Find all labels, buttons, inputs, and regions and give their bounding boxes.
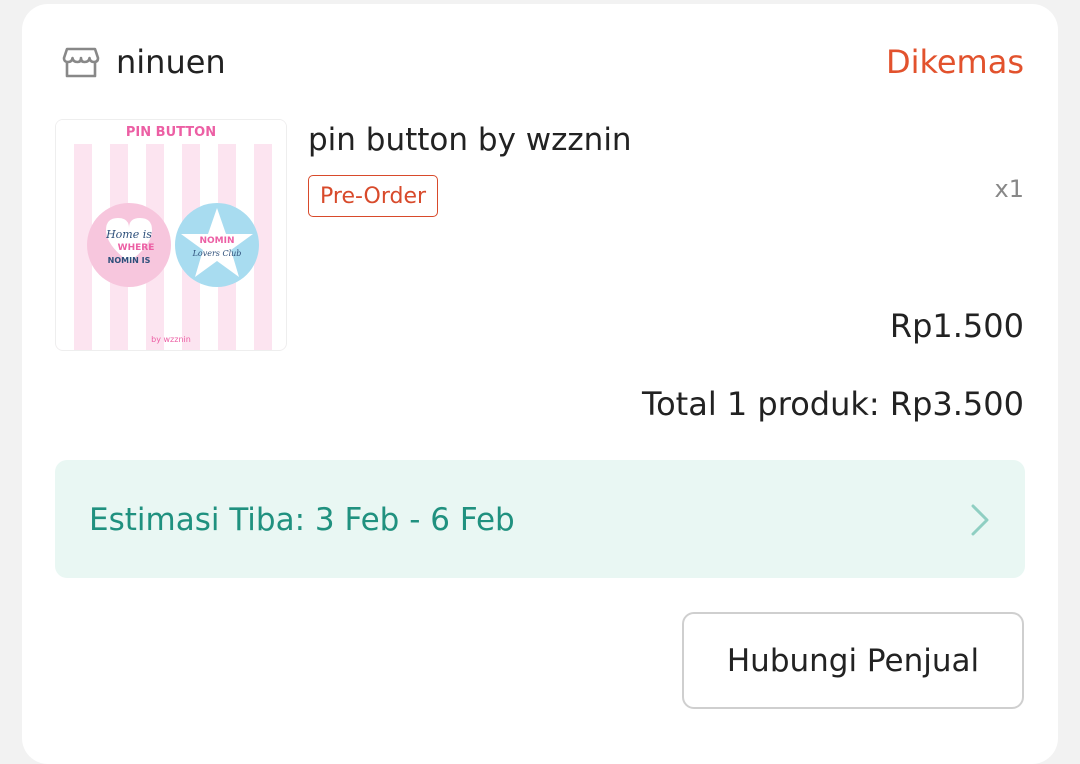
image-header-text: PIN BUTTON [126,125,216,140]
order-card[interactable]: ninuen Dikemas PIN BUTTON Home is WHERE … [22,4,1058,764]
preorder-badge: Pre-Order [308,175,439,217]
shop-name[interactable]: ninuen [116,42,226,82]
store-icon [62,47,100,78]
order-total: Total 1 produk: Rp3.500 [641,385,1024,423]
image-footer-text: by wzznin [151,335,191,344]
delivery-estimate-row[interactable]: Estimasi Tiba: 3 Feb - 6 Feb [55,460,1025,578]
product-image: PIN BUTTON Home is WHERE NOMIN IS NOMIN … [56,120,286,350]
product-title[interactable]: pin button by wzznin [308,120,632,160]
contact-seller-button[interactable]: Hubungi Penjual [682,612,1024,709]
shop-header: ninuen Dikemas [62,40,1024,90]
image-left-text-3: NOMIN IS [108,256,151,265]
image-right-text-1: NOMIN [199,236,234,246]
order-status: Dikemas [885,43,1024,81]
delivery-estimate-text: Estimasi Tiba: 3 Feb - 6 Feb [89,502,515,538]
chevron-right-icon [971,504,989,536]
image-left-text-2: WHERE [118,243,155,253]
product-quantity: x1 [994,175,1024,203]
image-right-text-2: Lovers Club [192,249,242,258]
product-thumbnail[interactable]: PIN BUTTON Home is WHERE NOMIN IS NOMIN … [55,119,287,351]
product-price: Rp1.500 [889,307,1024,345]
image-left-text-1: Home is [105,228,152,241]
